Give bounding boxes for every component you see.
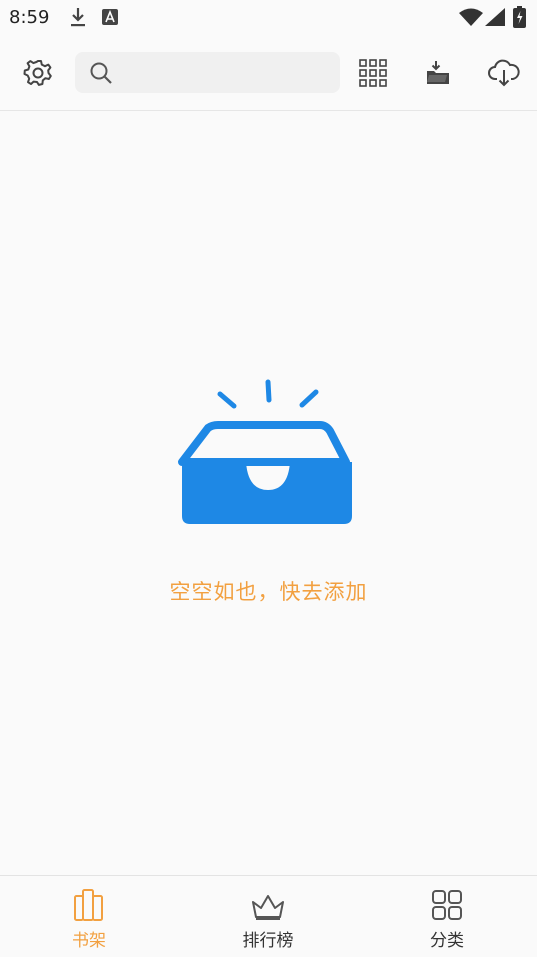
- cloud-download-button[interactable]: [484, 53, 524, 93]
- nav-label-ranking: 排行榜: [242, 931, 294, 951]
- import-icon: [427, 61, 449, 84]
- empty-inbox-icon: [178, 379, 352, 524]
- wifi-icon: [459, 8, 483, 26]
- nav-label-category: 分类: [430, 931, 464, 951]
- status-time: 8:59: [9, 7, 50, 28]
- cloud-download-icon: [488, 59, 520, 87]
- a-badge-icon: [102, 9, 118, 25]
- import-button[interactable]: [418, 53, 458, 93]
- search-input[interactable]: [75, 52, 340, 93]
- battery-icon: [513, 6, 526, 28]
- signal-icon: [485, 8, 505, 26]
- status-bar: 8:59: [0, 0, 537, 36]
- empty-state: [178, 378, 358, 532]
- gear-icon: [23, 60, 52, 86]
- nav-item-ranking[interactable]: 排行榜: [208, 888, 328, 951]
- grid-view-button[interactable]: [353, 53, 393, 93]
- settings-button[interactable]: [18, 53, 58, 93]
- nav-item-bookshelf[interactable]: 书架: [29, 888, 149, 951]
- nav-item-category[interactable]: 分类: [387, 888, 507, 951]
- nav-label-bookshelf: 书架: [72, 931, 106, 951]
- toolbar: [0, 36, 537, 111]
- bookshelf-icon: [74, 889, 103, 921]
- grid-view-icon: [359, 59, 387, 87]
- bottom-nav: 书架 排行榜 分类: [0, 875, 537, 957]
- empty-message: 空空如也，快去添加: [169, 580, 368, 604]
- search-icon: [90, 62, 112, 84]
- crown-icon: [252, 895, 284, 920]
- category-grid-icon: [432, 890, 462, 920]
- download-icon: [71, 8, 85, 27]
